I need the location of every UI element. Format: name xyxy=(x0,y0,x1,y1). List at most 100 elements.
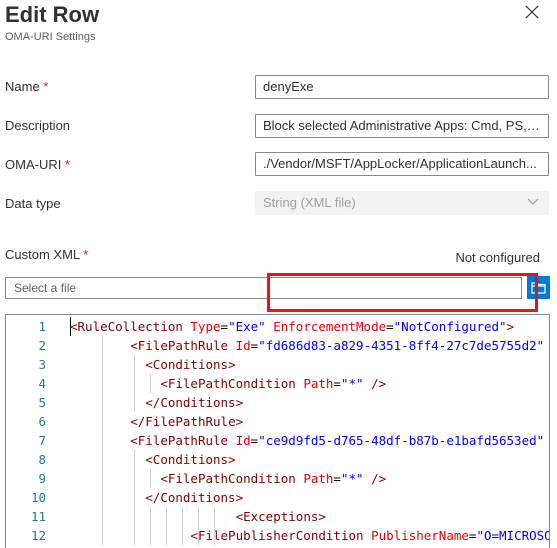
editor-line: 5 </Conditions> xyxy=(6,393,549,412)
code-token: Path xyxy=(303,471,334,486)
dialog-subtitle: OMA-URI Settings xyxy=(5,31,96,43)
editor-line: 1 <RuleCollection Type="Exe" EnforcementM… xyxy=(6,317,549,336)
code-text: <Conditions> xyxy=(70,355,235,374)
code-token: < xyxy=(160,376,168,391)
code-token: < xyxy=(190,528,198,543)
close-icon xyxy=(525,5,539,19)
line-number: 7 xyxy=(38,433,46,448)
indent-guide xyxy=(166,507,167,545)
dialog-title: Edit Row xyxy=(5,2,100,27)
code-token: /> xyxy=(371,376,387,391)
code-token: < xyxy=(160,471,168,486)
code-token: "Exe" xyxy=(228,319,266,334)
code-token: > xyxy=(506,319,515,334)
code-token: = xyxy=(220,319,229,334)
editor-line: 7 <FilePathRule Id="ce9d9fd5-d765-48df-b… xyxy=(6,431,549,450)
code-token: </ xyxy=(130,414,146,429)
description-input[interactable]: Block selected Administrative Apps: Cmd,… xyxy=(255,114,549,138)
indent-guide xyxy=(102,336,103,545)
code-token: > xyxy=(235,490,244,505)
editor-line: 8 <Conditions> xyxy=(6,450,549,469)
name-input[interactable]: denyExe xyxy=(255,75,549,99)
code-token: Id xyxy=(235,338,251,353)
oma-uri-label: OMA-URI * xyxy=(5,157,71,172)
code-token: < xyxy=(70,319,78,334)
code-token: < xyxy=(145,452,153,467)
code-token: FilePathRule xyxy=(137,338,229,353)
line-number: 12 xyxy=(30,528,46,543)
code-token: < xyxy=(235,509,244,524)
code-text: <Conditions> xyxy=(70,450,236,469)
browse-file-button[interactable] xyxy=(527,276,550,299)
line-number: 11 xyxy=(30,509,46,524)
indent-guide xyxy=(198,507,199,545)
editor-line: 2 <FilePathRule Id="fd686d83-a829-4351-8… xyxy=(6,336,549,355)
code-token: "O=MICROSOFT xyxy=(476,528,549,543)
code-token: Exceptions xyxy=(243,509,319,524)
code-token: "NotConfigured" xyxy=(393,319,507,334)
code-token: Conditions xyxy=(152,357,229,372)
code-text: <FilePathCondition Path="*" /> xyxy=(70,469,386,488)
code-token: Conditions xyxy=(160,490,236,505)
code-text: </Conditions> xyxy=(70,488,243,507)
required-marker: * xyxy=(43,79,49,94)
indent-guide xyxy=(214,507,215,545)
code-token: PublisherName xyxy=(371,528,469,543)
code-token: = xyxy=(386,319,394,334)
data-type-select: String (XML file) xyxy=(255,191,549,215)
code-token: /> xyxy=(371,471,387,486)
name-label: Name * xyxy=(5,79,49,94)
code-token: "*" xyxy=(340,471,364,486)
code-text: <FilePathCondition Path="*" /> xyxy=(70,374,386,393)
custom-xml-status: Not configured xyxy=(455,250,540,265)
xml-code-editor[interactable]: 1 <RuleCollection Type="Exe" EnforcementM… xyxy=(5,314,550,548)
required-marker: * xyxy=(64,157,71,172)
folder-icon xyxy=(531,282,546,294)
code-token: FilePathCondition xyxy=(167,376,296,391)
description-label: Description xyxy=(5,118,71,133)
code-text: <FilePathRule Id="ce9d9fd5-d765-48df-b87… xyxy=(70,431,544,450)
code-token: RuleCollection xyxy=(77,319,183,334)
indent-guide xyxy=(182,507,183,545)
indent-guide xyxy=(150,374,151,393)
text-cursor xyxy=(70,317,71,336)
line-number: 8 xyxy=(38,452,46,467)
code-token: Conditions xyxy=(160,395,236,410)
line-number: 6 xyxy=(38,414,46,429)
code-token: EnforcementMode xyxy=(273,319,387,334)
line-number: 1 xyxy=(38,319,46,334)
indent-guide xyxy=(134,450,135,545)
code-token: Path xyxy=(303,376,334,391)
code-token: = xyxy=(333,471,341,486)
data-type-value: String (XML file) xyxy=(263,195,356,210)
code-token: < xyxy=(130,433,138,448)
line-number: 5 xyxy=(38,395,46,410)
code-token: > xyxy=(228,452,236,467)
data-type-label: Data type xyxy=(5,196,61,211)
close-button[interactable] xyxy=(525,5,541,21)
indent-guide xyxy=(150,507,151,545)
code-token: FilePathRule xyxy=(145,414,236,429)
code-token: Type xyxy=(190,319,221,334)
file-select-input[interactable]: Select a file xyxy=(5,277,522,299)
custom-xml-label: Custom XML * xyxy=(5,247,89,262)
line-number: 2 xyxy=(38,338,46,353)
oma-uri-input[interactable]: ./Vendor/MSFT/AppLocker/ApplicationLaunc… xyxy=(255,152,549,176)
editor-line: 6 </FilePathRule> xyxy=(6,412,549,431)
editor-line: 4 <FilePathCondition Path="*" /> xyxy=(6,374,549,393)
code-token: FilePublisherCondition xyxy=(197,528,364,543)
editor-line: 12 <FilePublisherCondition PublisherName… xyxy=(6,526,549,545)
editor-line: 3 <Conditions> xyxy=(6,355,549,374)
code-text: <RuleCollection Type="Exe" EnforcementMo… xyxy=(70,317,514,336)
code-token: </ xyxy=(145,490,161,505)
